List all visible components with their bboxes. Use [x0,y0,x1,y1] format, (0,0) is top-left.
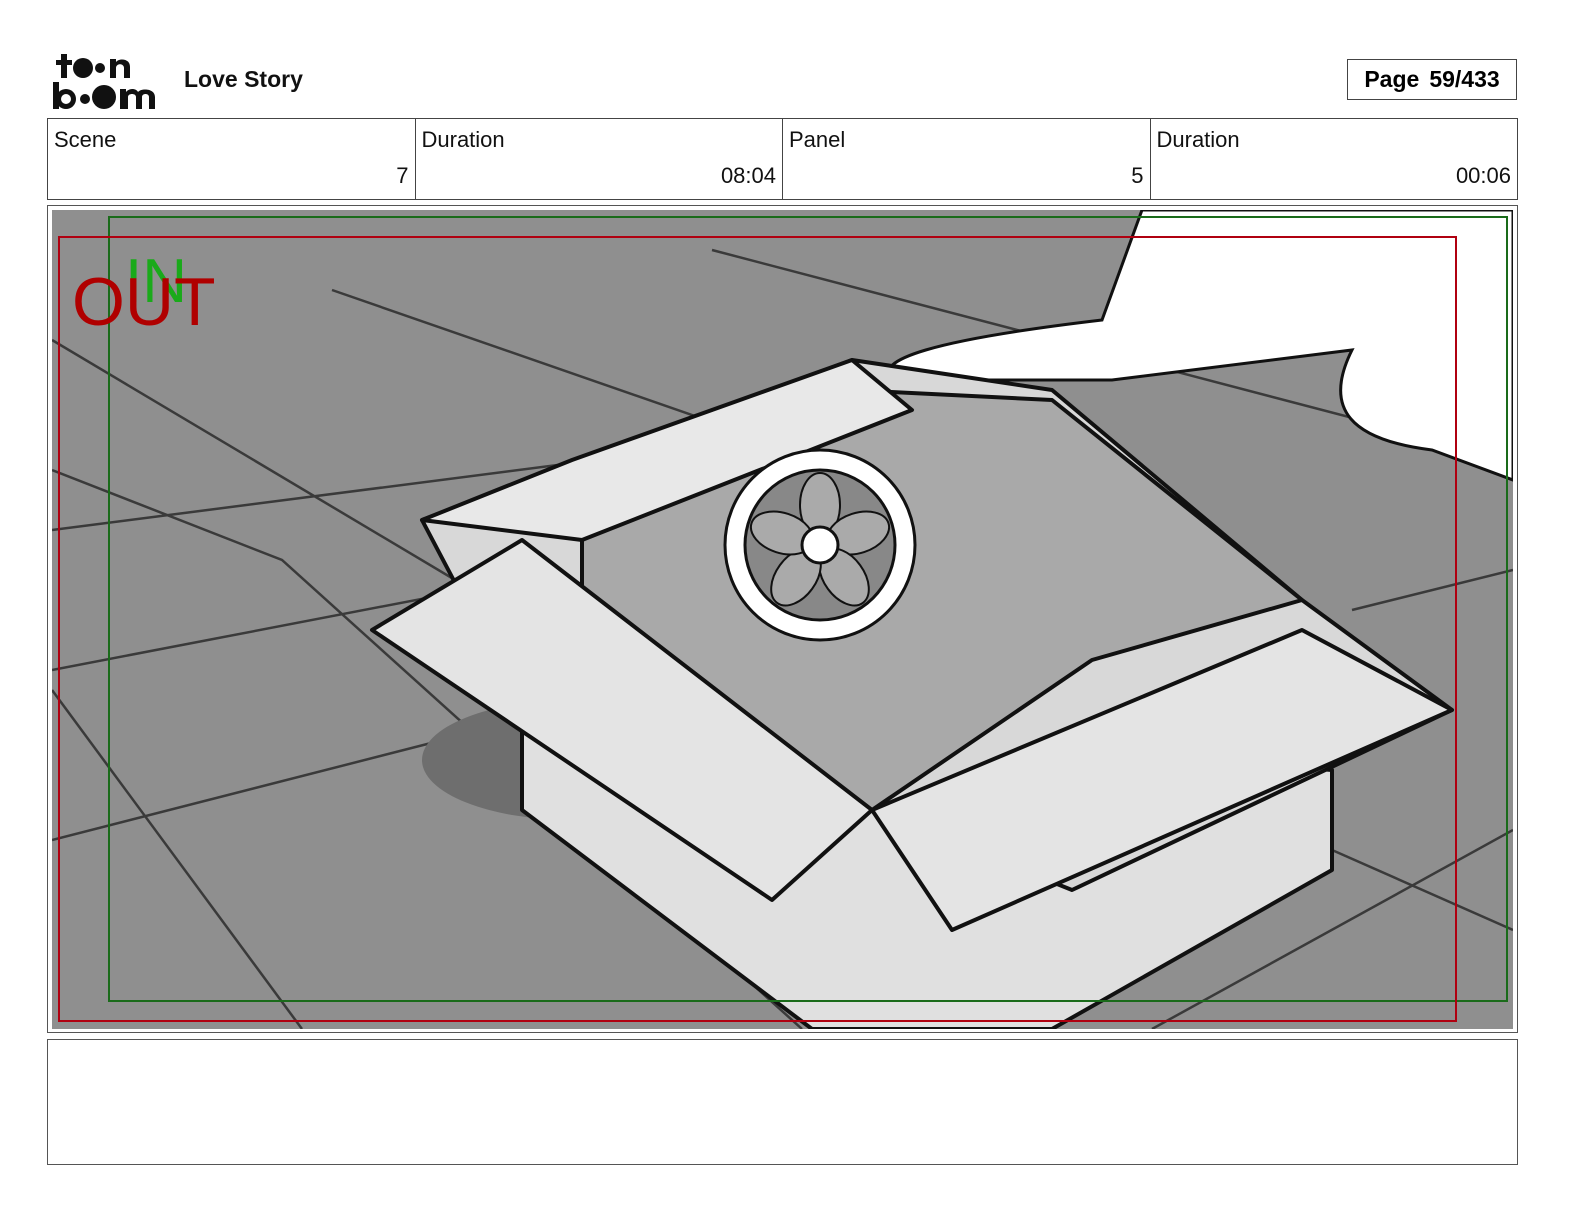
project-title: Love Story [184,66,303,92]
panel-duration-cell: Duration 00:06 [1149,119,1518,199]
page-label: Page [1364,66,1420,92]
scene-value: 7 [396,163,409,188]
panel-drawing: IN OUT [52,210,1513,1029]
panel-label: Panel [789,127,846,152]
out-marker: OUT [72,264,216,340]
panel-info-table: Scene 7 Duration 08:04 Panel 5 Duration 00:0… [47,118,1518,200]
storyboard-page: Love Story Page 59/433 Scene 7 Duration 08… [0,0,1584,1224]
scene-cell: Scene 7 [48,119,415,199]
scene-duration-cell: Duration 08:04 [414,119,783,199]
scene-duration-value: 08:04 [720,163,776,188]
page-number: 59/433 [1429,66,1500,92]
panel-value: 5 [1131,163,1144,188]
panel-duration-label: Duration [1156,127,1240,152]
page-indicator: Page 59/433 [1347,59,1517,100]
notes-box [47,1039,1518,1165]
toon-boom-logo [53,54,155,109]
panel-duration-value: 00:06 [1455,163,1511,188]
gear-emblem [723,448,917,642]
panel-cell: Panel 5 [782,119,1150,199]
scene-label: Scene [54,127,117,152]
scene-duration-label: Duration [421,127,505,152]
